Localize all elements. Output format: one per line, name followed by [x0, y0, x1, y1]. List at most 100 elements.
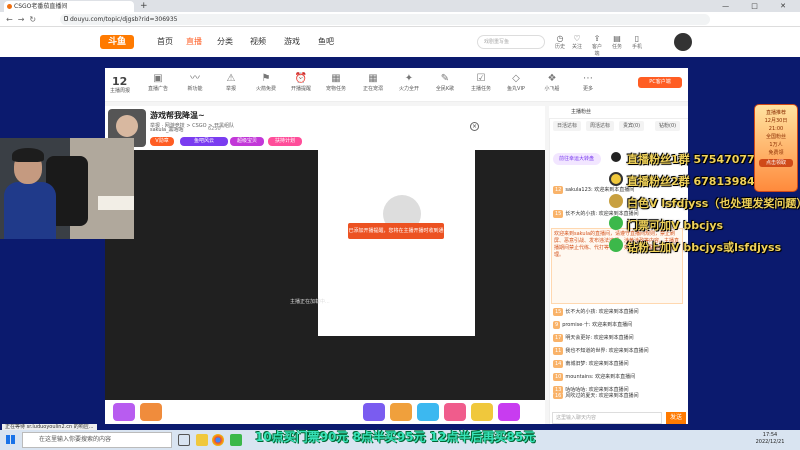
wechat-icon [609, 194, 623, 208]
nav-buttons[interactable]: ←→↻ [6, 12, 41, 27]
toolbar-item-weekly[interactable]: 主播周报 [107, 87, 133, 94]
chat-message: 15 长不大的小孩: 欢迎来到本直播间 [553, 308, 639, 316]
gift-item[interactable] [417, 403, 439, 421]
close-icon[interactable]: × [470, 122, 479, 131]
price-ticker: 10点买门票90元 8点半买95元 12点半后再买85元 [255, 430, 536, 444]
banner-button[interactable]: 点击领取 [759, 159, 793, 167]
chat-tab[interactable]: 钻粉(0) [655, 121, 681, 131]
url-field[interactable]: douyu.com/topic/djgsb?rid=306935 [60, 14, 710, 25]
send-button[interactable]: 发送 [666, 412, 686, 424]
chrome-icon[interactable] [212, 434, 224, 446]
taskbar-clock[interactable]: 17:54 2022/12/21 [748, 432, 792, 446]
banner-line: 全国粉丝 [765, 134, 786, 140]
chat-tab[interactable]: 周活达标 [586, 121, 615, 131]
history-icon[interactable]: ◷ 历史 [553, 34, 567, 50]
window-controls[interactable]: — □ ✕ [722, 0, 796, 12]
toolbar-item-rocket[interactable]: ⚑ 火箭免费 [253, 72, 279, 92]
app-icon[interactable]: ▯ 手机 [630, 34, 644, 50]
wechat-icon [609, 238, 623, 252]
player-status: 主播正在加载中... [290, 299, 330, 305]
fire-icon: ✦ [404, 73, 414, 84]
overlay-line: 门票可加V bbcjys [627, 219, 724, 232]
user-avatar[interactable] [674, 33, 692, 51]
nav-live[interactable]: 直播 [186, 36, 202, 48]
pc-client-button[interactable]: PC客户端 [638, 77, 682, 88]
wechat-icon[interactable] [230, 434, 242, 446]
toolbar-item-ad[interactable]: ▣ 直播广告 [145, 72, 171, 92]
gift-item[interactable] [444, 403, 466, 421]
chat-message: 11 我也不知道的世界: 欢迎来到本直播间 [553, 347, 649, 355]
nav-fishbar[interactable]: 鱼吧 [318, 36, 334, 48]
nav-video[interactable]: 视频 [250, 36, 266, 48]
diamond-icon: ◇ [512, 73, 520, 84]
room-tag[interactable]: 超级宝贝 [230, 137, 264, 146]
toolbar-item-task[interactable]: ☑ 主播任务 [468, 72, 494, 92]
promo-banner[interactable]: 直播推荐 12月30日 21:00 全国粉丝 1万人 免费领 点击领取 [754, 104, 798, 192]
overlay-line: 直播粉丝2群 678139847 [627, 175, 763, 188]
room-tag[interactable]: 扶持计划 [268, 137, 302, 146]
gift-item[interactable] [390, 403, 412, 421]
toolbar-item-remind[interactable]: ⏰ 开播提醒 [288, 72, 314, 92]
webcam-overlay [0, 138, 134, 239]
flag-icon: ⚑ [261, 73, 271, 84]
room-title: 游戏帮我降温~ [150, 111, 205, 120]
nav-category[interactable]: 分类 [217, 36, 233, 48]
toolbar-item-new[interactable]: 〰新功能 [182, 72, 208, 92]
follow-icon[interactable]: ♡ 关注 [570, 34, 584, 50]
gift-item[interactable] [498, 403, 520, 421]
lock-icon [64, 16, 68, 21]
favicon-icon [7, 4, 12, 9]
clock-date: 2022/12/21 [755, 439, 785, 445]
taskbar-search[interactable]: 在这里输入你要搜索的内容 [22, 432, 172, 448]
task-icon[interactable]: ▤ 任务 [610, 34, 624, 50]
gift-item[interactable] [363, 403, 385, 421]
search-input[interactable]: 戏剧重写鱼 [477, 35, 545, 49]
overlay-line: 钻粉上加V bbcjys或lsfdjyss [627, 241, 782, 254]
room-tag[interactable]: V勋章 [150, 137, 174, 146]
more-icon: ⋯ [583, 73, 593, 84]
toolbar-item-ship[interactable]: ❖ 小飞船 [539, 72, 565, 92]
toolbar-item-report[interactable]: ⚠ 举报 [218, 72, 244, 92]
banner-line: 21:00 [768, 126, 784, 132]
nav-game[interactable]: 游戏 [284, 36, 300, 48]
windows-start-icon[interactable] [6, 435, 15, 444]
room-tag[interactable]: 鱼吧风云 [180, 137, 228, 146]
streamer-name[interactable]: sakula_黑咕咕 [150, 126, 184, 133]
toolbar-item-favor[interactable]: ▦ 正在宠溺 [360, 72, 386, 92]
clock-time: 17:54 [762, 432, 778, 438]
chat-message: 17 明天会更好: 欢迎来到本直播间 [553, 334, 634, 342]
new-tab-button[interactable]: + [140, 0, 148, 12]
upload-icon[interactable]: ⇪ 客户端 [590, 34, 604, 57]
chat-message: 9 promise·十: 欢迎来到本直播间 [553, 321, 633, 329]
chat-message: 10 mountains: 欢迎来到本直播间 [553, 373, 636, 381]
gift-item[interactable] [113, 403, 135, 421]
toolbar-item-vip[interactable]: ◇ 鱼丸VIP [503, 72, 529, 92]
file-explorer-icon[interactable] [196, 434, 208, 446]
remind-button[interactable]: 已添加开播提醒，您将在主播开播时收到通知 [348, 223, 444, 250]
gift-icon: ▦ [331, 73, 341, 84]
chat-message: 14 南城旧梦: 欢迎来到本直播间 [553, 360, 629, 368]
banner-line: 1万人 [769, 142, 783, 148]
toolbar-item-more[interactable]: ⋯ 更多 [575, 72, 601, 92]
banner-line: 直播推荐 [765, 110, 786, 116]
banner-line: 12月30日 [764, 118, 788, 124]
chat-input[interactable]: 这里输入聊天内容 [552, 412, 662, 424]
calendar-icon: ▦ [368, 73, 378, 84]
toolbar-item-ksong[interactable]: ✎ 全民K歌 [432, 72, 458, 92]
gift-item[interactable] [140, 403, 162, 421]
tab-title: CSGO老番茄直播间 [14, 3, 68, 10]
chat-tab[interactable]: 贵宾(0) [619, 121, 645, 131]
box-icon: ❖ [547, 73, 557, 84]
toolbar-item-pet[interactable]: ▦ 宠物任务 [323, 72, 349, 92]
gift-item[interactable] [471, 403, 493, 421]
nav-home[interactable]: 首页 [157, 36, 173, 48]
browser-tab[interactable]: CSGO老番茄直播间 [4, 1, 134, 12]
warning-icon: ⚠ [226, 73, 236, 84]
chart-icon: ☑ [476, 73, 486, 84]
chat-tab[interactable]: 日活达标 [553, 121, 582, 131]
chat-header: 主播粉丝 [549, 106, 688, 119]
task-view-icon[interactable] [178, 434, 190, 446]
douyu-logo[interactable]: 斗鱼 [100, 35, 134, 49]
toolbar-item-fire[interactable]: ✦ 火力全开 [396, 72, 422, 92]
wave-icon: 〰 [190, 73, 200, 84]
